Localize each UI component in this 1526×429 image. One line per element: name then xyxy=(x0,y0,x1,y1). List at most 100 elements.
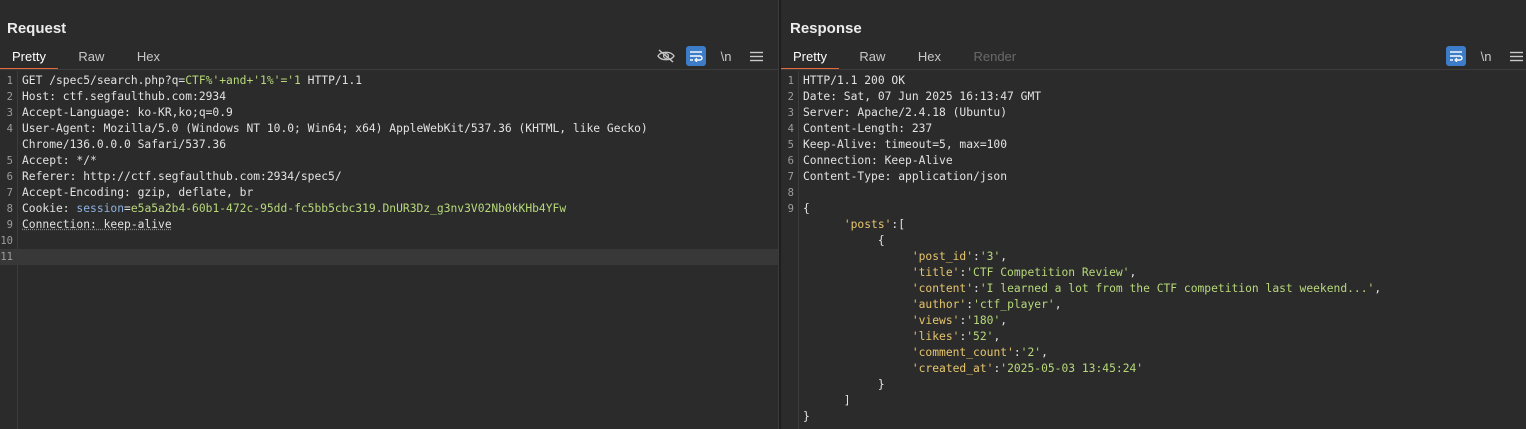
eye-off-icon[interactable] xyxy=(656,46,676,66)
tab-hex[interactable]: Hex xyxy=(125,45,172,68)
newline-toggle[interactable]: \n xyxy=(1476,46,1496,66)
code-line: 2 Host: ctf.segfaulthub.com:2934 xyxy=(0,89,778,105)
line-text: Accept-Language: ko-KR,ko;q=0.9 xyxy=(22,106,233,119)
line-number: 4 xyxy=(6,123,13,135)
line-text: User-Agent: Mozilla/5.0 (Windows NT 10.0… xyxy=(22,122,648,135)
code-line: 4 User-Agent: Mozilla/5.0 (Windows NT 10.… xyxy=(0,121,778,137)
line-text: Host: ctf.segfaulthub.com:2934 xyxy=(22,90,227,103)
line-number: 7 xyxy=(787,171,794,183)
line-number: 11 xyxy=(0,251,13,263)
line-number: 1 xyxy=(787,75,794,87)
code-line: 5 Accept: */* xyxy=(0,153,778,169)
line-text: 'title':'CTF Competition Review', xyxy=(911,266,1137,279)
newline-toggle[interactable]: \n xyxy=(716,46,736,66)
tab-pretty[interactable]: Pretty xyxy=(781,45,839,70)
request-lines: 1 GET /spec5/search.php?q=CTF%'+and+'1%'=… xyxy=(0,73,778,265)
line-text: { xyxy=(803,234,885,247)
code-line: 8 xyxy=(781,185,1526,201)
line-text: Server: Apache/2.4.18 (Ubuntu) xyxy=(803,106,1008,119)
code-line: 'posts':[ xyxy=(781,217,1526,233)
line-text: Keep-Alive: timeout=5, max=100 xyxy=(803,138,1008,151)
line-number: 9 xyxy=(6,219,13,231)
line-number: 3 xyxy=(6,107,13,119)
request-toolbar: \n xyxy=(656,45,766,67)
code-line: 3 Server: Apache/2.4.18 (Ubuntu) xyxy=(781,105,1526,121)
line-number: 6 xyxy=(6,171,13,183)
line-text: Cookie: session=e5a5a2b4-60b1-472c-95dd-… xyxy=(22,202,567,215)
line-number: 4 xyxy=(787,123,794,135)
line-text: Referer: http://ctf.segfaulthub.com:2934… xyxy=(22,170,342,183)
tabs-divider xyxy=(781,69,1526,70)
code-line: 'created_at':'2025-05-03 13:45:24' xyxy=(781,361,1526,377)
line-text: GET /spec5/search.php?q=CTF%'+and+'1%'='… xyxy=(22,74,363,87)
line-text: 'author':'ctf_player', xyxy=(911,298,1062,311)
line-text: } xyxy=(803,410,810,423)
line-text: 'post_id':'3', xyxy=(911,250,1008,263)
menu-icon[interactable] xyxy=(746,46,766,66)
line-number: 8 xyxy=(787,187,794,199)
request-tabs: Pretty Raw Hex xyxy=(0,45,176,70)
code-line: 'title':'CTF Competition Review', xyxy=(781,265,1526,281)
line-text: 'created_at':'2025-05-03 13:45:24' xyxy=(911,362,1144,375)
tab-render[interactable]: Render xyxy=(961,45,1028,68)
tab-raw[interactable]: Raw xyxy=(847,45,897,68)
code-line: } xyxy=(781,409,1526,425)
line-number: 1 xyxy=(6,75,13,87)
line-text: Content-Length: 237 xyxy=(803,122,933,135)
line-text: Date: Sat, 07 Jun 2025 16:13:47 GMT xyxy=(803,90,1042,103)
line-number: 10 xyxy=(0,235,13,247)
code-line: 1 HTTP/1.1 200 OK xyxy=(781,73,1526,89)
tab-raw[interactable]: Raw xyxy=(66,45,116,68)
response-editor[interactable]: 1 HTTP/1.1 200 OK 2 Date: Sat, 07 Jun 2025 … xyxy=(781,71,1526,429)
line-text: Connection: Keep-Alive xyxy=(803,154,953,167)
code-line: 1 GET /spec5/search.php?q=CTF%'+and+'1%'=… xyxy=(0,73,778,89)
code-line: 9 Connection: keep-alive xyxy=(0,217,778,233)
line-text: Accept-Encoding: gzip, deflate, br xyxy=(22,186,254,199)
line-text: Accept: */* xyxy=(22,154,97,167)
line-number: 7 xyxy=(6,187,13,199)
tab-hex[interactable]: Hex xyxy=(906,45,953,68)
code-line: 4 Content-Length: 237 xyxy=(781,121,1526,137)
code-line: ] xyxy=(781,393,1526,409)
line-text: 'likes':'52', xyxy=(911,330,1001,343)
line-text: ] xyxy=(803,394,851,407)
line-text: Content-Type: application/json xyxy=(803,170,1008,183)
wrap-icon[interactable] xyxy=(686,46,706,66)
line-text: 'content':'I learned a lot from the CTF … xyxy=(911,282,1382,295)
response-tabs: Pretty Raw Hex Render xyxy=(781,45,1032,70)
response-pane: Response Pretty Raw Hex Render \n 1 HTTP/… xyxy=(781,0,1526,429)
menu-icon[interactable] xyxy=(1506,46,1526,66)
code-line: 9{ xyxy=(781,201,1526,217)
tab-pretty[interactable]: Pretty xyxy=(0,45,58,70)
line-number: 2 xyxy=(6,91,13,103)
request-title: Request xyxy=(7,20,67,37)
line-number: 5 xyxy=(787,139,794,151)
line-text: 'views':'180', xyxy=(911,314,1008,327)
code-line: 2 Date: Sat, 07 Jun 2025 16:13:47 GMT xyxy=(781,89,1526,105)
response-lines: 1 HTTP/1.1 200 OK 2 Date: Sat, 07 Jun 2025 … xyxy=(781,73,1526,425)
tabs-divider xyxy=(0,69,778,70)
code-line: 10 xyxy=(0,233,778,249)
request-pane: Request Pretty Raw Hex \n 1 GET /spec5/se… xyxy=(0,0,778,429)
code-line: 'post_id':'3', xyxy=(781,249,1526,265)
code-line: 5 Keep-Alive: timeout=5, max=100 xyxy=(781,137,1526,153)
line-number: 8 xyxy=(6,203,13,215)
line-number: 5 xyxy=(6,155,13,167)
code-line: 7 Content-Type: application/json xyxy=(781,169,1526,185)
wrap-icon[interactable] xyxy=(1446,46,1466,66)
response-title: Response xyxy=(790,20,862,37)
line-number: 2 xyxy=(787,91,794,103)
code-line: 6 Referer: http://ctf.segfaulthub.com:293… xyxy=(0,169,778,185)
code-line: 6 Connection: Keep-Alive xyxy=(781,153,1526,169)
code-line: 3 Accept-Language: ko-KR,ko;q=0.9 xyxy=(0,105,778,121)
request-editor[interactable]: 1 GET /spec5/search.php?q=CTF%'+and+'1%'=… xyxy=(0,71,778,429)
response-toolbar: \n xyxy=(1446,45,1526,67)
line-number: 3 xyxy=(787,107,794,119)
line-text: } xyxy=(803,378,885,391)
line-text: Connection: keep-alive xyxy=(22,218,172,231)
code-line: 11 xyxy=(0,249,778,265)
code-line: 8 Cookie: session=e5a5a2b4-60b1-472c-95dd… xyxy=(0,201,778,217)
wrapped-line: Chrome/136.0.0.0 Safari/537.36 xyxy=(22,138,227,151)
code-line: 'comment_count':'2', xyxy=(781,345,1526,361)
code-line: 'author':'ctf_player', xyxy=(781,297,1526,313)
